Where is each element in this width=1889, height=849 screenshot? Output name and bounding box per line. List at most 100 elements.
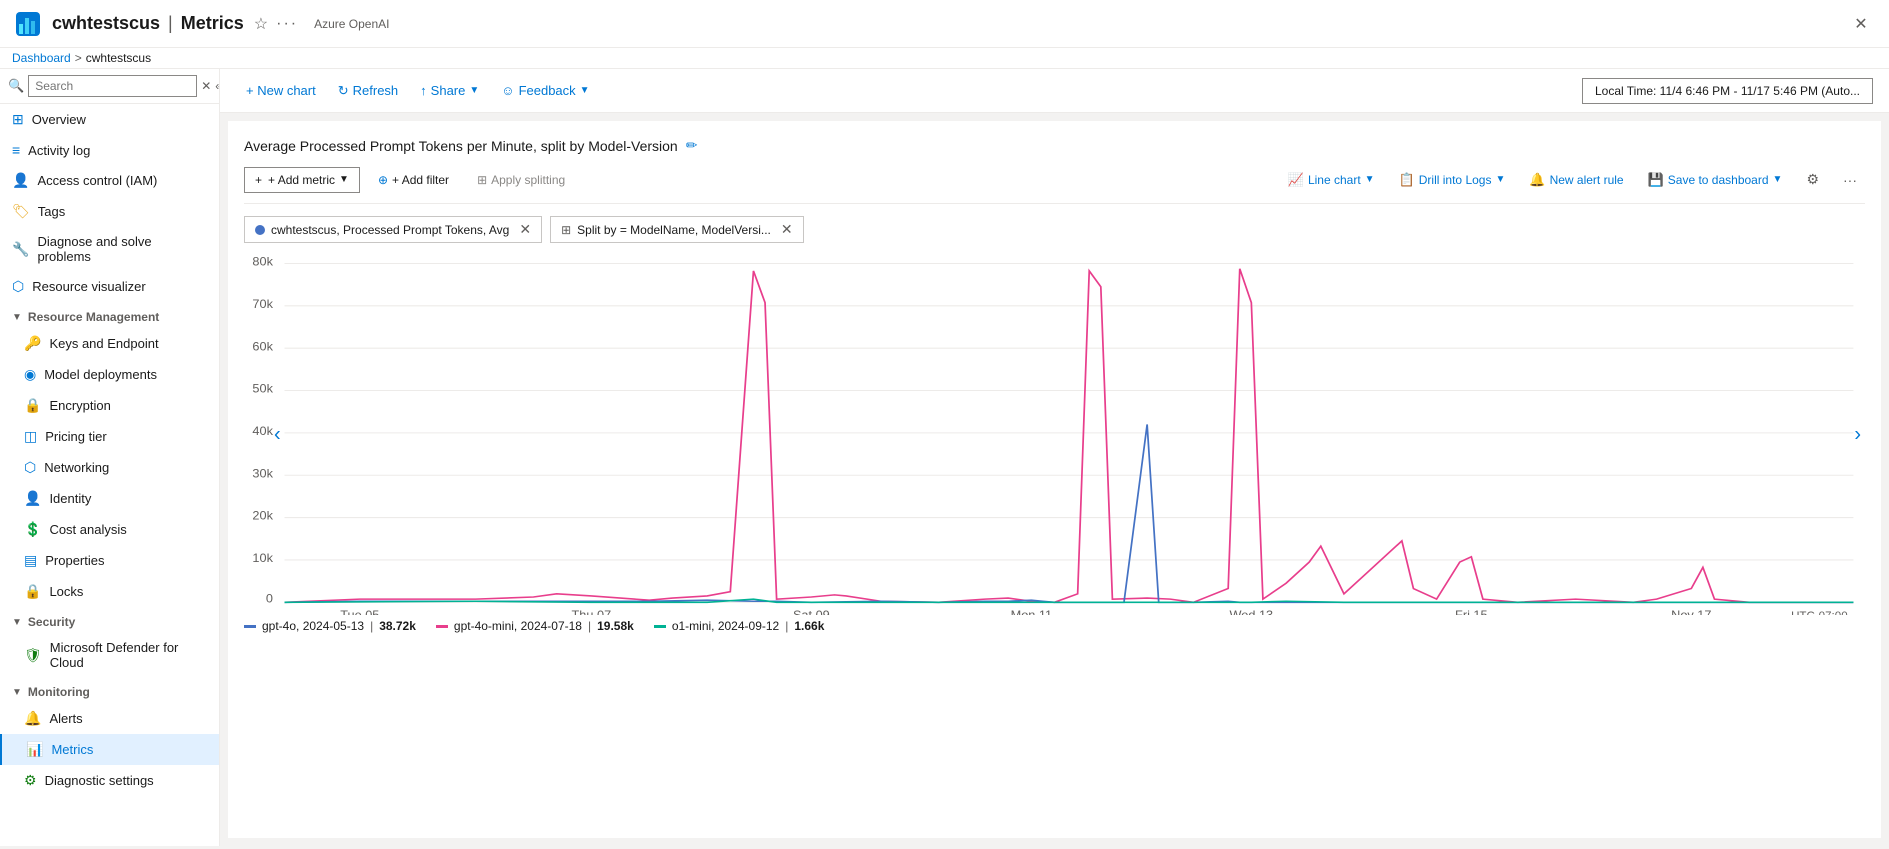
star-icon[interactable]: ☆ bbox=[254, 14, 268, 34]
line-chart-label: Line chart bbox=[1308, 173, 1361, 187]
nav-item-tags[interactable]: 🏷 Tags bbox=[0, 196, 219, 227]
share-chevron-icon: ▼ bbox=[469, 85, 479, 96]
search-icon: 🔍 bbox=[8, 78, 24, 94]
nav-item-encryption[interactable]: 🔒 Encryption bbox=[0, 390, 219, 421]
nav-item-locks[interactable]: 🔒 Locks bbox=[0, 576, 219, 607]
svg-text:30k: 30k bbox=[252, 467, 273, 480]
refresh-label: Refresh bbox=[353, 83, 399, 98]
svg-text:Nov 17: Nov 17 bbox=[1671, 609, 1712, 615]
time-range-selector[interactable]: Local Time: 11/4 6:46 PM - 11/17 5:46 PM… bbox=[1582, 78, 1873, 104]
section-security[interactable]: ▼ Security bbox=[0, 607, 219, 633]
search-input[interactable] bbox=[28, 75, 197, 97]
section-monitoring-label: Monitoring bbox=[28, 685, 90, 699]
breadcrumb-parent[interactable]: Dashboard bbox=[12, 51, 71, 65]
refresh-button[interactable]: ↻ Refresh bbox=[328, 77, 408, 105]
save-dashboard-icon: 💾 bbox=[1648, 172, 1664, 188]
more-icon[interactable]: ··· bbox=[276, 15, 298, 33]
section-monitoring[interactable]: ▼ Monitoring bbox=[0, 677, 219, 703]
nav-item-iam[interactable]: 👤 Access control (IAM) bbox=[0, 165, 219, 196]
feedback-button[interactable]: ☺ Feedback ▼ bbox=[491, 77, 599, 104]
svg-text:Wed 13: Wed 13 bbox=[1230, 609, 1274, 615]
breadcrumb: Dashboard > cwhtestscus bbox=[0, 48, 1889, 69]
svg-text:60k: 60k bbox=[252, 340, 273, 353]
new-chart-button[interactable]: + New chart bbox=[236, 77, 326, 104]
search-bar: 🔍 ✕ « bbox=[0, 69, 219, 104]
share-button[interactable]: ↑ Share ▼ bbox=[410, 77, 489, 104]
feedback-icon: ☺ bbox=[501, 83, 514, 98]
line-chart-button[interactable]: 📈 Line chart ▼ bbox=[1280, 167, 1383, 193]
nav-item-cost[interactable]: 💲 Cost analysis bbox=[0, 514, 219, 545]
nav-item-diagnose[interactable]: 🔧 Diagnose and solve problems bbox=[0, 227, 219, 271]
nav-label: Pricing tier bbox=[45, 429, 106, 444]
chart-nav-left[interactable]: ‹ bbox=[274, 424, 281, 447]
filter-tag-1[interactable]: cwhtestscus, Processed Prompt Tokens, Av… bbox=[244, 216, 542, 243]
main-layout: 🔍 ✕ « ⊞ Overview ≡ Activity log 👤 Access… bbox=[0, 69, 1889, 846]
nav-item-pricing[interactable]: ◫ Pricing tier bbox=[0, 421, 219, 452]
chart-area: ‹ › 80k 70k 60k 50k 40k 30k 20k 10k 0 bbox=[244, 255, 1865, 615]
pricing-icon: ◫ bbox=[24, 428, 37, 445]
resource-name: cwhtestscus bbox=[52, 13, 160, 34]
legend-value-0: | bbox=[370, 619, 373, 633]
svg-text:80k: 80k bbox=[252, 255, 273, 268]
breadcrumb-current: cwhtestscus bbox=[86, 51, 151, 65]
svg-text:0: 0 bbox=[266, 592, 273, 605]
metrics-icon: 📊 bbox=[26, 741, 43, 758]
chart-nav-right[interactable]: › bbox=[1854, 424, 1861, 447]
nav-label: Resource visualizer bbox=[32, 279, 145, 294]
nav-item-deployments[interactable]: ◉ Model deployments bbox=[0, 359, 219, 390]
legend-value-2-text: 1.66k bbox=[794, 619, 824, 633]
nav-item-diag-settings[interactable]: ⚙ Diagnostic settings bbox=[0, 765, 219, 796]
save-dashboard-button[interactable]: 💾 Save to dashboard ▼ bbox=[1640, 167, 1791, 193]
nav-item-alerts[interactable]: 🔔 Alerts bbox=[0, 703, 219, 734]
svg-text:Mon 11: Mon 11 bbox=[1011, 609, 1053, 615]
chart-settings-button[interactable]: ⚙ bbox=[1798, 166, 1827, 193]
nav-label: Keys and Endpoint bbox=[49, 336, 158, 351]
apply-splitting-button[interactable]: ⊞ Apply splitting bbox=[467, 168, 575, 192]
legend-value-1-text: 19.58k bbox=[597, 619, 634, 633]
drill-logs-icon: 📋 bbox=[1399, 172, 1415, 188]
nav-item-visualizer[interactable]: ⬡ Resource visualizer bbox=[0, 271, 219, 302]
add-filter-label: + Add filter bbox=[392, 173, 449, 187]
edit-title-icon[interactable]: ✏ bbox=[686, 137, 698, 154]
overview-icon: ⊞ bbox=[12, 111, 24, 128]
nav-item-activity-log[interactable]: ≡ Activity log bbox=[0, 135, 219, 165]
monitoring-chevron-icon: ▼ bbox=[12, 687, 22, 698]
close-button[interactable]: ✕ bbox=[1845, 8, 1877, 40]
legend-label-1: gpt-4o-mini, 2024-07-18 bbox=[454, 619, 582, 633]
filter-tag-1-remove-icon[interactable]: ✕ bbox=[519, 221, 531, 238]
top-bar: cwhtestscus | Metrics ☆ ··· Azure OpenAI… bbox=[0, 0, 1889, 48]
networking-icon: ⬡ bbox=[24, 459, 36, 476]
chart-title-text: Average Processed Prompt Tokens per Minu… bbox=[244, 138, 678, 154]
apply-splitting-icon: ⊞ bbox=[477, 173, 487, 187]
app-icon bbox=[12, 8, 44, 40]
nav-item-defender[interactable]: 🛡 Microsoft Defender for Cloud bbox=[0, 633, 219, 677]
nav-label: Diagnose and solve problems bbox=[37, 234, 207, 264]
drill-logs-button[interactable]: 📋 Drill into Logs ▼ bbox=[1391, 167, 1514, 193]
section-resource-management[interactable]: ▼ Resource Management bbox=[0, 302, 219, 328]
nav-item-overview[interactable]: ⊞ Overview bbox=[0, 104, 219, 135]
tags-icon: 🏷 bbox=[12, 203, 30, 220]
nav-item-metrics[interactable]: 📊 Metrics bbox=[0, 734, 219, 765]
nav-label: Microsoft Defender for Cloud bbox=[50, 640, 207, 670]
nav-item-networking[interactable]: ⬡ Networking bbox=[0, 452, 219, 483]
chart-container: Average Processed Prompt Tokens per Minu… bbox=[228, 121, 1881, 838]
chart-more-button[interactable]: ··· bbox=[1835, 167, 1865, 193]
nav-item-properties[interactable]: ▤ Properties bbox=[0, 545, 219, 576]
add-metric-button[interactable]: + + Add metric ▼ bbox=[244, 167, 360, 193]
filter-tag-2[interactable]: ⊞ Split by = ModelName, ModelVersi... ✕ bbox=[550, 216, 804, 243]
svg-text:Thu 07: Thu 07 bbox=[572, 609, 612, 615]
chart-svg: 80k 70k 60k 50k 40k 30k 20k 10k 0 bbox=[244, 255, 1865, 615]
search-clear-icon[interactable]: ✕ bbox=[201, 79, 211, 93]
svg-text:Tue 05: Tue 05 bbox=[340, 609, 379, 615]
refresh-icon: ↻ bbox=[338, 83, 349, 99]
new-alert-button[interactable]: 🔔 New alert rule bbox=[1521, 167, 1631, 193]
nav-label: Metrics bbox=[51, 742, 93, 757]
cost-icon: 💲 bbox=[24, 521, 41, 538]
nav-label: Encryption bbox=[49, 398, 110, 413]
nav-label: Properties bbox=[45, 553, 104, 568]
nav-item-identity[interactable]: 👤 Identity bbox=[0, 483, 219, 514]
nav-item-keys[interactable]: 🔑 Keys and Endpoint bbox=[0, 328, 219, 359]
nav-label: Tags bbox=[38, 204, 65, 219]
filter-tag-2-remove-icon[interactable]: ✕ bbox=[781, 221, 793, 238]
add-filter-button[interactable]: ⊕ + Add filter bbox=[368, 168, 459, 192]
